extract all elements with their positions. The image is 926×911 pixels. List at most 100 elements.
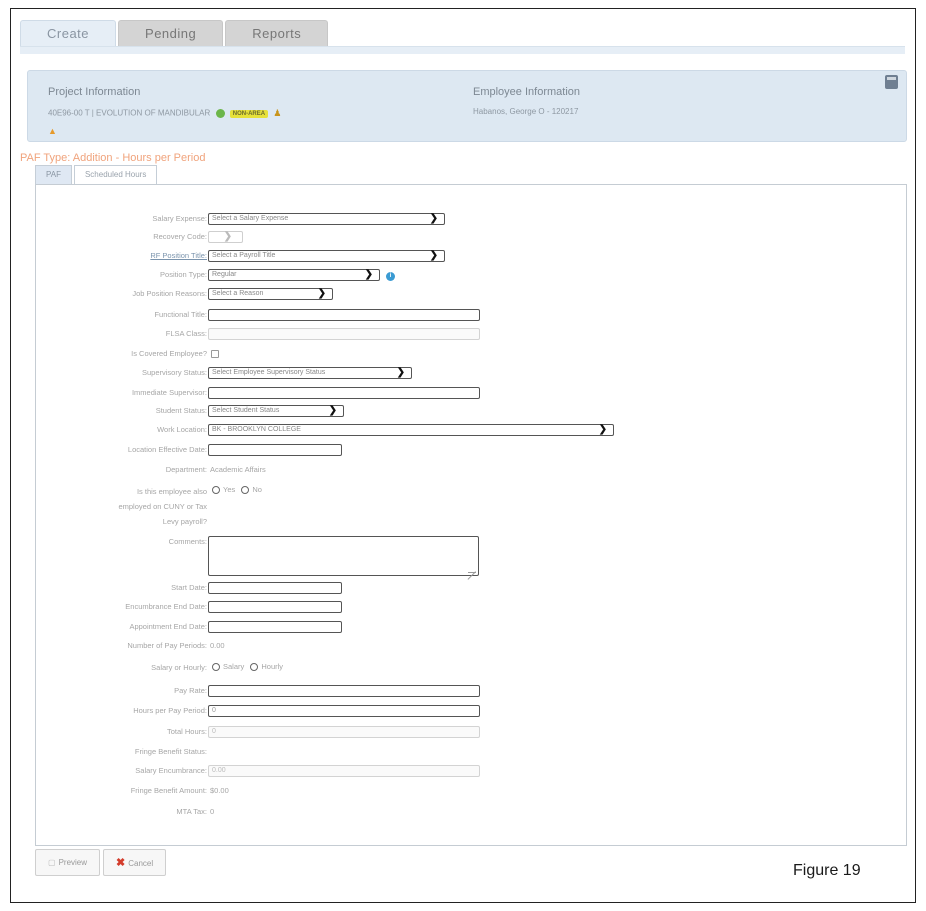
recovery-code-select[interactable]: ❯ xyxy=(208,231,243,243)
row-number-of-pay-periods: Number of Pay Periods: 0.00 xyxy=(36,640,908,654)
row-functional-title: Functional Title: xyxy=(36,309,908,323)
recovery-code-label: Recovery Code: xyxy=(153,232,207,241)
non-area-badge: NON-AREA xyxy=(229,109,269,118)
is-covered-employee-checkbox[interactable] xyxy=(211,350,219,358)
hours-per-pay-period-input[interactable]: 0 xyxy=(208,705,480,717)
row-appointment-end-date: Appointment End Date: xyxy=(36,621,908,635)
flsa-class-label: FLSA Class: xyxy=(165,329,207,338)
also-employed-yes-label: Yes xyxy=(223,485,236,494)
row-position-type: Position Type: Regular ❯ i xyxy=(36,269,908,283)
row-mta-tax: MTA Tax: 0 xyxy=(36,806,908,820)
position-type-select[interactable]: Regular ❯ xyxy=(208,269,380,281)
info-icon[interactable]: i xyxy=(386,272,395,281)
pay-rate-input[interactable] xyxy=(208,685,480,697)
student-status-label: Student Status: xyxy=(155,406,207,415)
rf-position-title-link[interactable]: RF Position Title: xyxy=(150,251,207,260)
flsa-class-input xyxy=(208,328,480,340)
salary-expense-value: Select a Salary Expense xyxy=(212,215,289,222)
close-icon: ✖ xyxy=(116,857,126,869)
salary-radio[interactable] xyxy=(212,663,220,672)
row-recovery-code: Recovery Code: ❯ xyxy=(36,231,908,245)
salary-expense-select[interactable]: Select a Salary Expense ❯ xyxy=(208,213,445,225)
tab-pending[interactable]: Pending xyxy=(118,20,224,46)
appointment-end-date-input[interactable] xyxy=(208,621,342,633)
tab-paf[interactable]: PAF xyxy=(35,165,72,184)
comments-textarea[interactable] xyxy=(208,536,479,576)
main-tabs: Create Pending Reports xyxy=(20,20,329,46)
total-hours-label: Total Hours: xyxy=(166,727,207,736)
row-fringe-benefit-status: Fringe Benefit Status: xyxy=(36,746,908,760)
work-location-label: Work Location: xyxy=(157,425,207,434)
job-position-reasons-select[interactable]: Select a Reason ❯ xyxy=(208,288,333,300)
salary-expense-label: Salary Expense: xyxy=(152,214,207,223)
calculator-icon[interactable] xyxy=(885,75,898,89)
supervisory-status-value: Select Employee Supervisory Status xyxy=(212,369,326,376)
row-pay-rate: Pay Rate: xyxy=(36,685,908,699)
salary-or-hourly-label: Salary or Hourly: xyxy=(151,663,207,672)
row-rf-position-title: RF Position Title: Select a Payroll Titl… xyxy=(36,250,908,264)
mta-tax-value: 0 xyxy=(210,807,215,816)
project-line: 40E96-00 T | EVOLUTION OF MANDIBULAR NON… xyxy=(48,108,281,119)
department-label: Department: xyxy=(165,465,207,474)
row-total-hours: Total Hours: 0 xyxy=(36,726,908,740)
project-info-title: Project Information xyxy=(48,86,141,98)
fringe-benefit-status-label: Fringe Benefit Status: xyxy=(134,747,207,756)
cancel-button[interactable]: ✖ Cancel xyxy=(103,849,167,876)
paf-type-heading: PAF Type: Addition - Hours per Period xyxy=(20,152,206,164)
resize-handle-icon[interactable] xyxy=(468,565,476,573)
row-supervisory-status: Supervisory Status: Select Employee Supe… xyxy=(36,367,908,381)
form-footer: ▢ Preview ✖ Cancel xyxy=(35,849,167,877)
tab-create[interactable]: Create xyxy=(20,20,117,46)
supervisory-status-select[interactable]: Select Employee Supervisory Status ❯ xyxy=(208,367,412,379)
salary-encumbrance-input: 0.00 xyxy=(208,765,480,777)
student-status-select[interactable]: Select Student Status ❯ xyxy=(208,405,344,417)
tab-scheduled-hours[interactable]: Scheduled Hours xyxy=(73,165,158,184)
tab-reports[interactable]: Reports xyxy=(225,20,329,46)
location-effective-date-input[interactable] xyxy=(208,444,342,456)
fringe-benefit-amount-label: Fringe Benefit Amount: xyxy=(130,786,207,795)
hours-per-pay-period-label: Hours per Pay Period: xyxy=(133,706,207,715)
work-location-value: BK - BROOKLYN COLLEGE xyxy=(212,426,301,433)
row-department: Department: Academic Affairs xyxy=(36,464,908,478)
also-employed-no-label: No xyxy=(252,485,262,494)
employee-name: Habanos, George O - 120217 xyxy=(473,107,579,116)
row-immediate-supervisor: Immediate Supervisor: xyxy=(36,387,908,401)
also-employed-label-2: employed on CUNY or Tax xyxy=(118,502,207,511)
row-hours-per-pay-period: Hours per Pay Period: 0 xyxy=(36,705,908,719)
row-salary-expense: Salary Expense: Select a Salary Expense ❯ xyxy=(36,213,908,227)
functional-title-label: Functional Title: xyxy=(154,310,207,319)
functional-title-input[interactable] xyxy=(208,309,480,321)
encumbrance-end-date-input[interactable] xyxy=(208,601,342,613)
salary-radio-label: Salary xyxy=(223,662,245,671)
total-hours-input: 0 xyxy=(208,726,480,738)
tab-strip xyxy=(20,46,905,54)
work-location-select[interactable]: BK - BROOKLYN COLLEGE ❯ xyxy=(208,424,614,436)
immediate-supervisor-input[interactable] xyxy=(208,387,480,399)
figure-caption: Figure 19 xyxy=(793,862,861,879)
encumbrance-end-date-label: Encumbrance End Date: xyxy=(125,602,207,611)
also-employed-yes-radio[interactable] xyxy=(212,486,220,495)
student-status-value: Select Student Status xyxy=(212,407,280,414)
row-location-effective-date: Location Effective Date: xyxy=(36,444,908,458)
rf-position-title-select[interactable]: Select a Payroll Title ❯ xyxy=(208,250,445,262)
number-of-pay-periods-value: 0.00 xyxy=(210,641,225,650)
rf-position-title-value: Select a Payroll Title xyxy=(212,252,276,259)
hourly-radio[interactable] xyxy=(250,663,259,672)
info-panel: Project Information 40E96-00 T | EVOLUTI… xyxy=(27,70,907,142)
also-employed-label-3: Levy payroll? xyxy=(162,517,207,526)
preview-button[interactable]: ▢ Preview xyxy=(35,849,101,876)
employee-info-title: Employee Information xyxy=(473,86,580,98)
also-employed-no-radio[interactable] xyxy=(241,486,250,495)
sub-tabs: PAF Scheduled Hours xyxy=(35,165,158,184)
immediate-supervisor-label: Immediate Supervisor: xyxy=(131,388,207,397)
comments-label: Comments: xyxy=(168,537,207,546)
status-check-icon xyxy=(215,109,225,118)
chevron-down-icon: ❯ xyxy=(598,424,607,435)
start-date-input[interactable] xyxy=(208,582,342,594)
chevron-down-icon: ❯ xyxy=(223,231,232,242)
row-start-date: Start Date: xyxy=(36,582,908,596)
row-salary-encumbrance: Salary Encumbrance: 0.00 xyxy=(36,765,908,779)
position-type-value: Regular xyxy=(212,271,237,278)
row-is-covered-employee: Is Covered Employee? xyxy=(36,348,908,362)
row-flsa-class: FLSA Class: xyxy=(36,328,908,342)
